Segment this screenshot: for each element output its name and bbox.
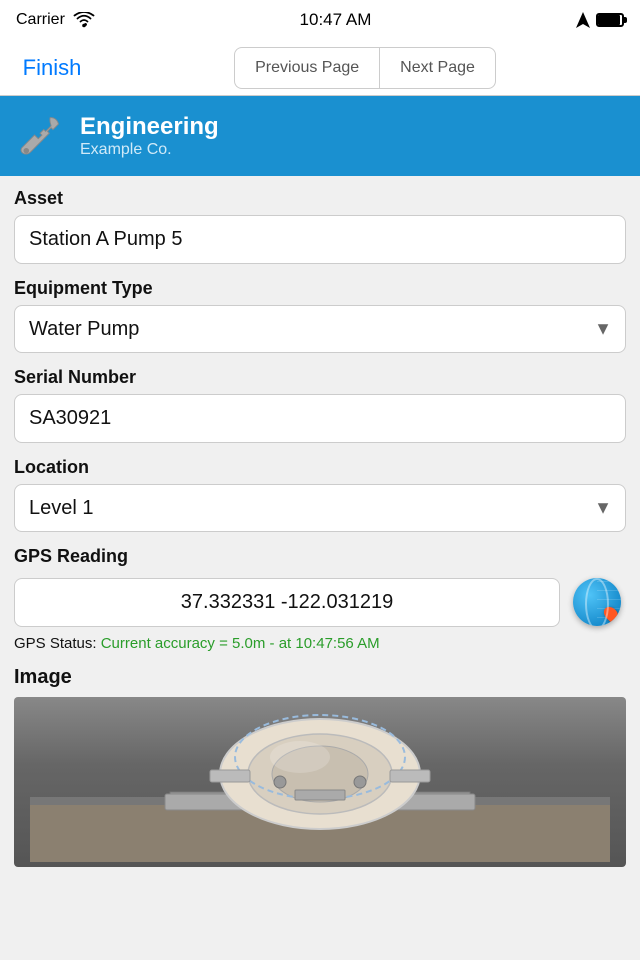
header-icon-wrapper [16, 111, 66, 161]
gps-label: GPS Reading [14, 546, 626, 567]
pump-image [30, 702, 610, 862]
image-placeholder[interactable] [14, 697, 626, 867]
header-banner: Engineering Example Co. [0, 96, 640, 176]
nav-bar: Finish Previous Page Next Page [0, 40, 640, 96]
gps-input[interactable] [14, 578, 560, 627]
gps-row [14, 573, 626, 631]
equipment-type-field-group: Equipment Type Water Pump Air Pump Gener… [14, 278, 626, 353]
location-label: Location [14, 457, 626, 478]
image-label: Image [14, 666, 626, 689]
gps-status-value: Current accuracy = 5.0m - at 10:47:56 AM [101, 635, 380, 652]
globe-icon [573, 578, 621, 626]
status-right [576, 12, 624, 28]
asset-label: Asset [14, 188, 626, 209]
serial-number-label: Serial Number [14, 367, 626, 388]
asset-field-group: Asset [14, 188, 626, 264]
location-select-wrapper: Level 1 Level 2 Level 3 Basement ▼ [14, 484, 626, 532]
gps-status-label: GPS Status: [14, 635, 101, 652]
asset-input[interactable] [14, 215, 626, 264]
equipment-type-select-wrapper: Water Pump Air Pump Generator Motor ▼ [14, 305, 626, 353]
status-bar: Carrier 10:47 AM [0, 0, 640, 40]
header-text: Engineering Example Co. [80, 113, 219, 159]
status-left: Carrier [16, 11, 95, 29]
equipment-type-select[interactable]: Water Pump Air Pump Generator Motor [14, 305, 626, 353]
location-field-group: Location Level 1 Level 2 Level 3 Basemen… [14, 457, 626, 532]
gps-status: GPS Status: Current accuracy = 5.0m - at… [14, 635, 626, 652]
serial-number-field-group: Serial Number [14, 367, 626, 443]
status-time: 10:47 AM [300, 10, 372, 30]
location-icon [576, 12, 590, 28]
header-title: Engineering [80, 113, 219, 141]
wifi-icon [73, 12, 95, 28]
nav-buttons: Previous Page Next Page [102, 47, 628, 89]
next-page-button[interactable]: Next Page [379, 47, 496, 89]
carrier-label: Carrier [16, 11, 65, 29]
finish-button[interactable]: Finish [12, 51, 92, 85]
location-select[interactable]: Level 1 Level 2 Level 3 Basement [14, 484, 626, 532]
gps-field-group: GPS Reading GPS Status: Current accuracy… [14, 546, 626, 652]
globe-pin [601, 604, 621, 624]
previous-page-button[interactable]: Previous Page [234, 47, 379, 89]
battery-icon [596, 13, 624, 27]
image-content [14, 697, 626, 867]
header-subtitle: Example Co. [80, 141, 219, 159]
wrench-icon [18, 113, 64, 159]
serial-number-input[interactable] [14, 394, 626, 443]
gps-globe-button[interactable] [568, 573, 626, 631]
equipment-type-label: Equipment Type [14, 278, 626, 299]
image-field-group: Image [14, 666, 626, 867]
form-content: Asset Equipment Type Water Pump Air Pump… [0, 176, 640, 893]
